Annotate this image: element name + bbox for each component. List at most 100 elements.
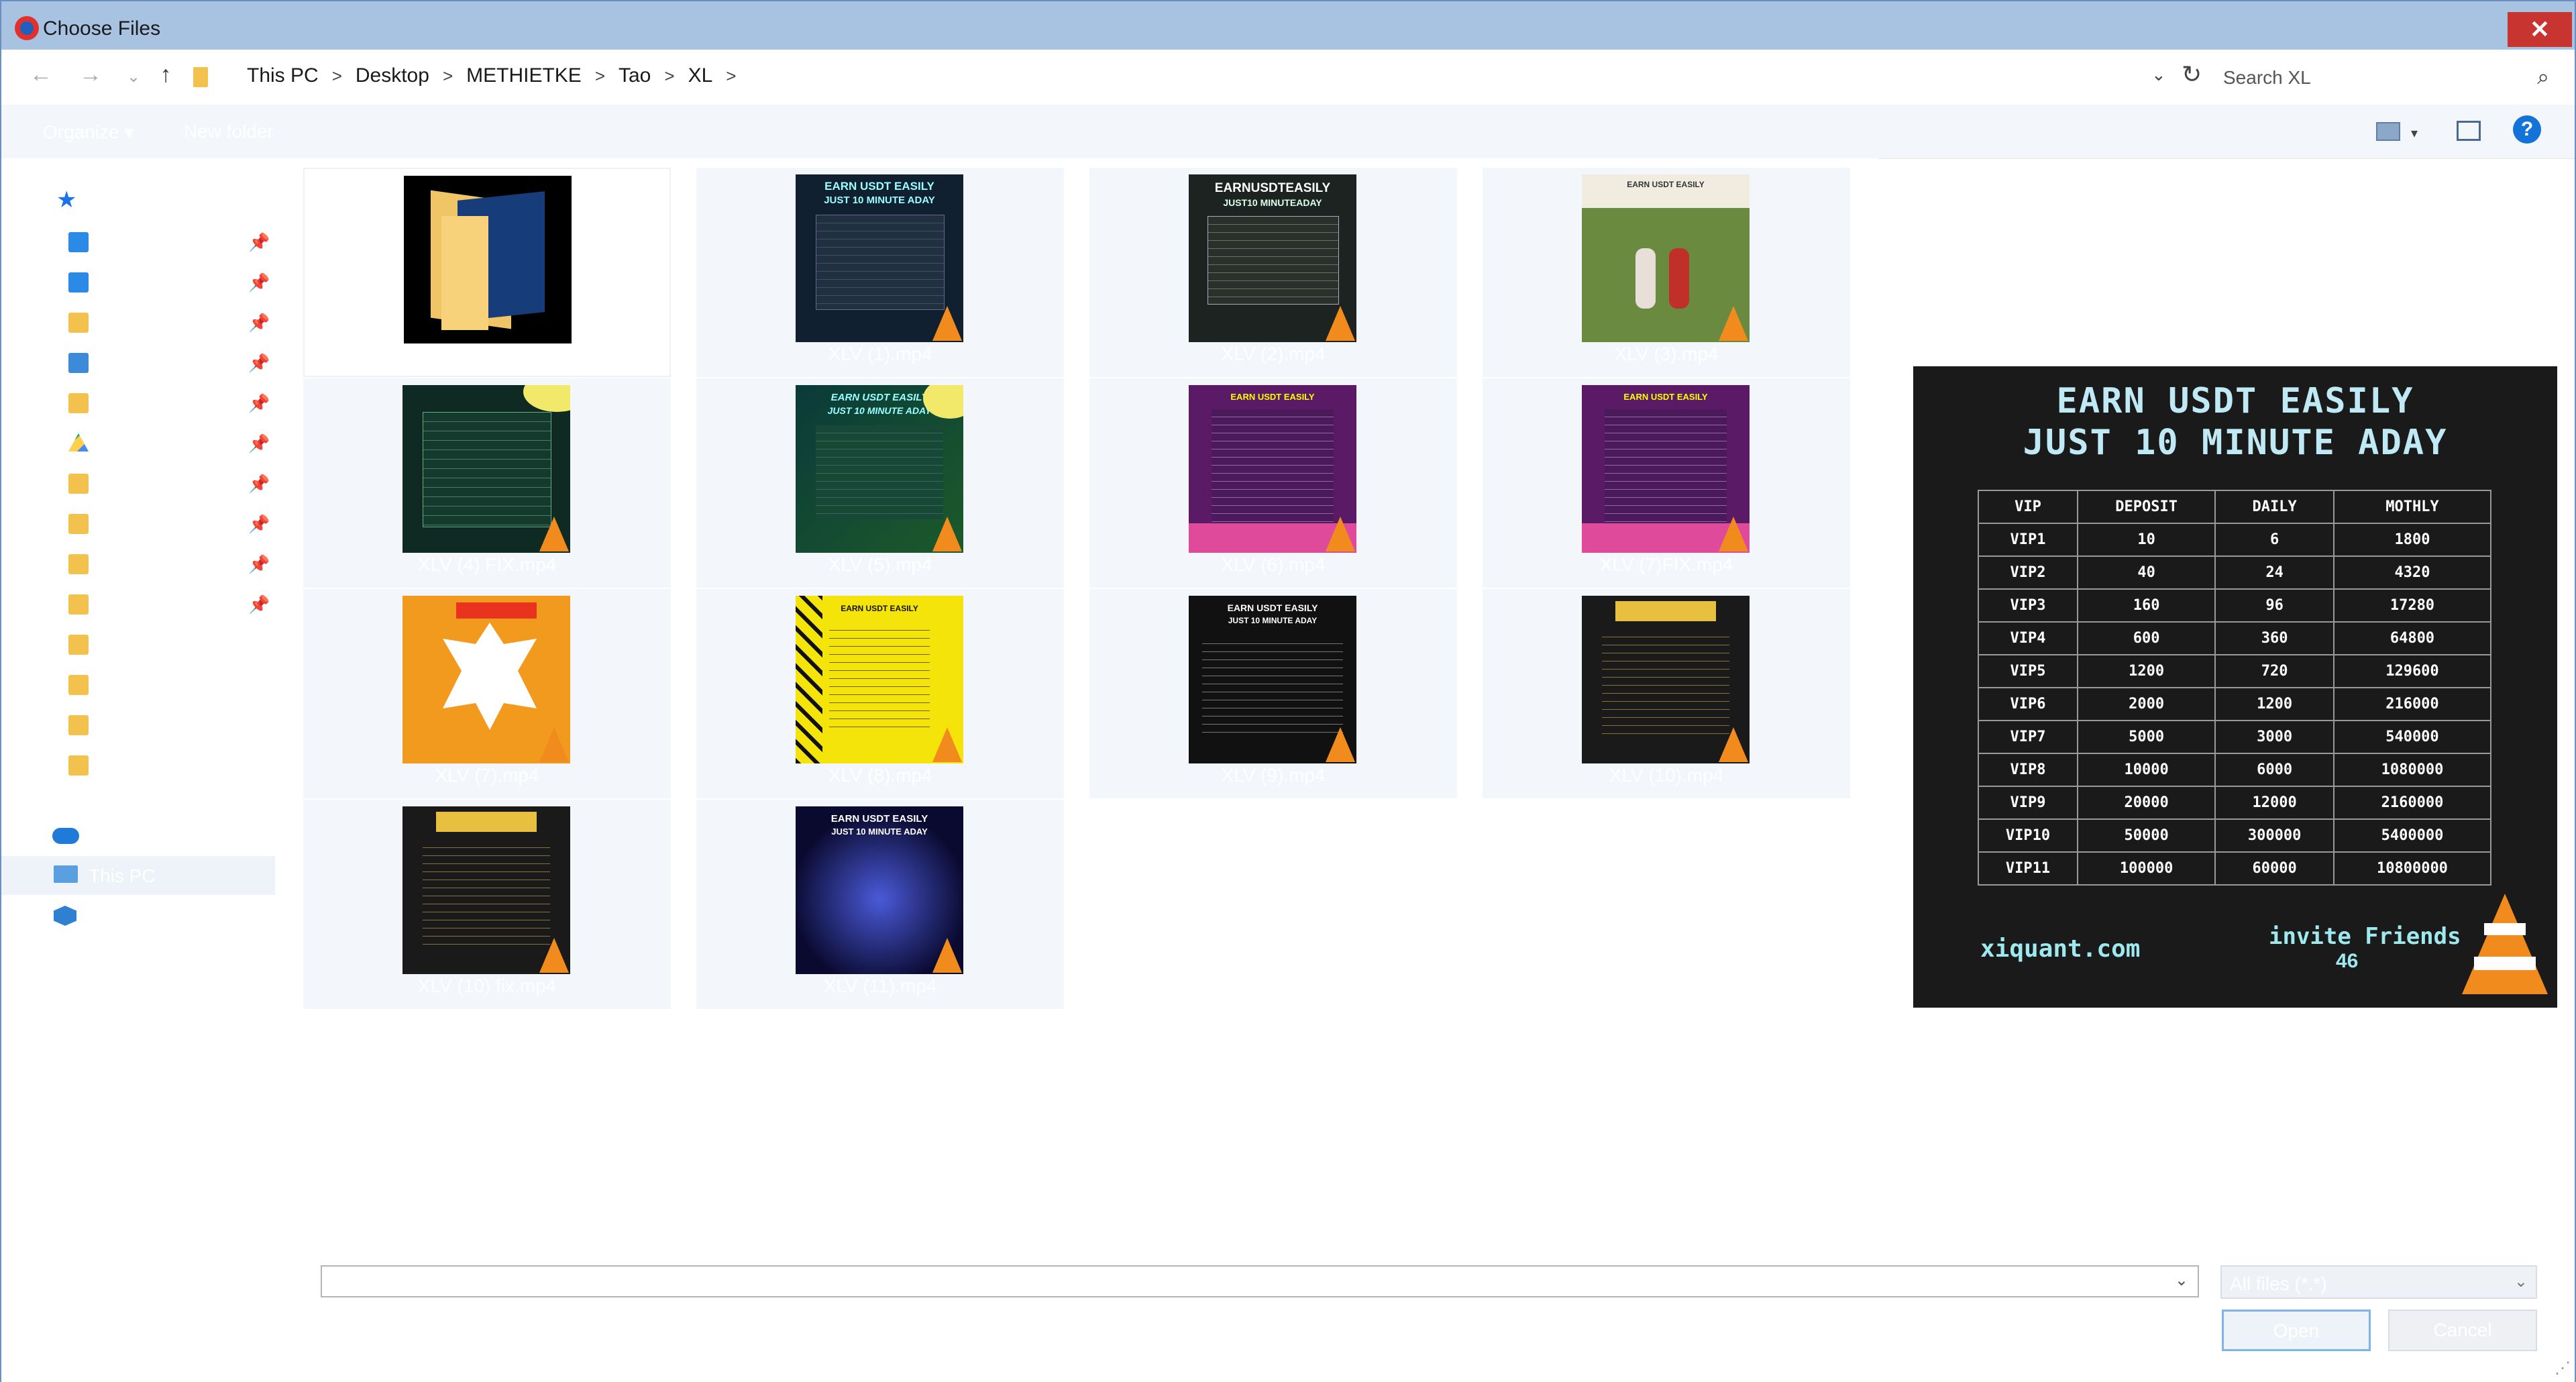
video-thumbnail: EARNUSDTEASILY JUST10 MINUTEADAY [1189, 174, 1356, 342]
video-thumbnail: EARN USDT EASILY JUST 10 MINUTE ADAY [796, 174, 963, 342]
nav-item-pictures[interactable]: 📌 [1, 343, 275, 382]
breadcrumb-methietke[interactable]: METHIETKE [466, 64, 582, 87]
nav-item-folder[interactable]: 📌 [1, 585, 275, 624]
file-tile[interactable]: XLV (7).mp4 [303, 589, 671, 798]
open-button[interactable]: Open [2222, 1310, 2371, 1351]
help-icon[interactable]: ? [2513, 115, 2541, 144]
view-dropdown-icon[interactable]: ▾ [2411, 125, 2418, 142]
pin-icon[interactable]: 📌 [248, 232, 270, 253]
file-tile[interactable]: EARN USDT EASILY XLV (8).mp4 [696, 589, 1064, 798]
nav-item-downloads[interactable]: 📌 [1, 263, 275, 302]
file-tile[interactable]: EARN USDT EASILY JUST 10 MINUTE ADAY XLV… [696, 800, 1064, 1009]
nav-item-folder[interactable] [1, 706, 275, 745]
organize-button[interactable]: Organize ▾ [43, 121, 133, 143]
table-cell: 360 [2214, 621, 2334, 655]
breadcrumb-xl[interactable]: XL [688, 64, 713, 87]
resize-grip-icon[interactable]: ⋰ [2555, 1359, 2571, 1378]
recent-dropdown-icon[interactable]: ⌄ [117, 67, 150, 87]
computer-icon [54, 865, 78, 883]
table-cell: 10 [2076, 523, 2216, 557]
pin-icon[interactable]: 📌 [248, 474, 270, 494]
file-tile[interactable]: EARN USDT EASILY XLV (3).mp4 [1483, 168, 1850, 377]
table-cell: VIP8 [1978, 753, 2078, 787]
chevron-right-icon[interactable]: > [595, 66, 605, 87]
forward-arrow-icon[interactable]: → [74, 62, 107, 88]
pin-icon[interactable]: 📌 [248, 313, 270, 333]
breadcrumb-tao[interactable]: Tao [619, 64, 651, 87]
file-name: XLV (2).mp4 [1221, 343, 1326, 364]
file-tile[interactable]: XLV (10) fix.mp4 [303, 800, 671, 1009]
nav-item-folder[interactable]: 📌 [1, 464, 275, 503]
dialog-footer: ⌄ All files (*.*) ⌄ Open Cancel ⋰ [1, 1218, 2575, 1382]
video-thumbnail: EARN USDT EASILY [1582, 385, 1750, 553]
nav-item-desktop[interactable]: 📌 [1, 223, 275, 262]
nav-item-folder[interactable]: 📌 [1, 545, 275, 584]
table-cell: VIP5 [1978, 654, 2078, 688]
pin-icon[interactable]: 📌 [248, 594, 270, 615]
chevron-down-icon[interactable]: ⌄ [2175, 1271, 2188, 1290]
back-arrow-icon[interactable]: ← [24, 62, 58, 88]
address-dropdown-icon[interactable]: ⌄ [2151, 64, 2166, 85]
table-row: VIP5 1200 720 129600 [1978, 654, 2492, 688]
preview-subtitle: JUST 10 MINUTE ADAY [2023, 423, 2448, 463]
pin-icon[interactable]: 📌 [248, 393, 270, 414]
file-tile[interactable]: EARNUSDTEASILY JUST10 MINUTEADAY XLV (2)… [1089, 168, 1457, 377]
chevron-right-icon[interactable]: > [332, 66, 342, 87]
nav-item-folder[interactable] [1, 666, 275, 704]
video-thumbnail [402, 596, 570, 763]
pin-icon[interactable]: 📌 [248, 353, 270, 374]
breadcrumb-desktop[interactable]: Desktop [356, 64, 429, 87]
table-cell: 24 [2214, 555, 2334, 590]
cancel-button[interactable]: Cancel [2388, 1310, 2537, 1351]
table-cell: 1200 [2076, 654, 2216, 688]
file-tile[interactable]: EARN USDT EASILY XLV (6).mp4 [1089, 378, 1457, 588]
thumb-subtitle: JUST10 MINUTEADAY [1223, 197, 1322, 208]
file-name: XLV (5).mp4 [828, 554, 932, 575]
thumb-subtitle: JUST 10 MINUTE ADAY [824, 195, 935, 206]
table-row: VIP10 50000 300000 5400000 [1978, 818, 2492, 853]
nav-item-folder[interactable] [1, 625, 275, 664]
table-cell: 6000 [2214, 753, 2334, 787]
file-tile[interactable]: XLV (10).mp4 [1483, 589, 1850, 798]
nav-item-this-pc[interactable]: This PC [1, 856, 275, 895]
search-icon: ⌕ [2537, 64, 2549, 89]
nav-item-folder[interactable] [1, 746, 275, 785]
search-input[interactable]: Search XL [2223, 67, 2311, 89]
search-box[interactable]: Search XL ⌕ [2212, 55, 2559, 97]
pin-icon[interactable]: 📌 [248, 272, 270, 293]
file-tile[interactable]: EARN USDT EASILY XLV (7)FIX.mp4 [1483, 378, 1850, 588]
file-tile[interactable]: EARN USDT EASILY JUST 10 MINUTE ADAY XLV… [696, 378, 1064, 588]
nav-item-folder[interactable]: 📌 [1, 384, 275, 423]
file-tile[interactable]: XLV (4) FIX.mp4 [303, 378, 671, 588]
table-cell: 300000 [2214, 818, 2334, 853]
file-type-select[interactable]: All files (*.*) ⌄ [2220, 1265, 2537, 1299]
quick-access-item[interactable]: ★ [1, 182, 275, 221]
refresh-icon[interactable]: ↻ [2182, 60, 2202, 89]
nav-item-onedrive[interactable] [1, 816, 275, 855]
file-tile[interactable]: EARN USDT EASILY JUST 10 MINUTE ADAY XLV… [1089, 589, 1457, 798]
chevron-right-icon[interactable]: > [443, 66, 453, 87]
file-tile[interactable] [303, 168, 671, 377]
pin-icon[interactable]: 📌 [248, 433, 270, 454]
chevron-right-icon[interactable]: > [664, 66, 674, 87]
file-tile[interactable]: EARN USDT EASILY JUST 10 MINUTE ADAY XLV… [696, 168, 1064, 377]
chevron-right-icon[interactable]: > [726, 66, 736, 87]
close-button[interactable]: ✕ [2508, 12, 2572, 47]
vlc-cone-icon [1326, 517, 1355, 551]
table-cell: 600 [2076, 621, 2216, 655]
preview-footer-website: xiquant.com [1980, 935, 2141, 963]
nav-item-network[interactable] [1, 896, 275, 935]
pin-icon[interactable]: 📌 [248, 514, 270, 535]
change-view-icon[interactable] [2376, 122, 2400, 141]
new-folder-button[interactable]: New folder [184, 121, 274, 142]
nav-item-documents[interactable]: 📌 [1, 303, 275, 342]
video-thumbnail: EARN USDT EASILY [796, 596, 963, 763]
breadcrumb-this-pc[interactable]: This PC [247, 64, 319, 87]
pin-icon[interactable]: 📌 [248, 554, 270, 575]
up-arrow-icon[interactable]: ↑ [149, 62, 182, 88]
preview-pane-icon[interactable] [2457, 121, 2481, 141]
nav-item-google-drive[interactable]: 📌 [1, 424, 275, 463]
chevron-down-icon[interactable]: ⌄ [2514, 1272, 2528, 1291]
nav-item-folder[interactable]: 📌 [1, 504, 275, 543]
file-name-field[interactable]: ⌄ [321, 1265, 2199, 1297]
